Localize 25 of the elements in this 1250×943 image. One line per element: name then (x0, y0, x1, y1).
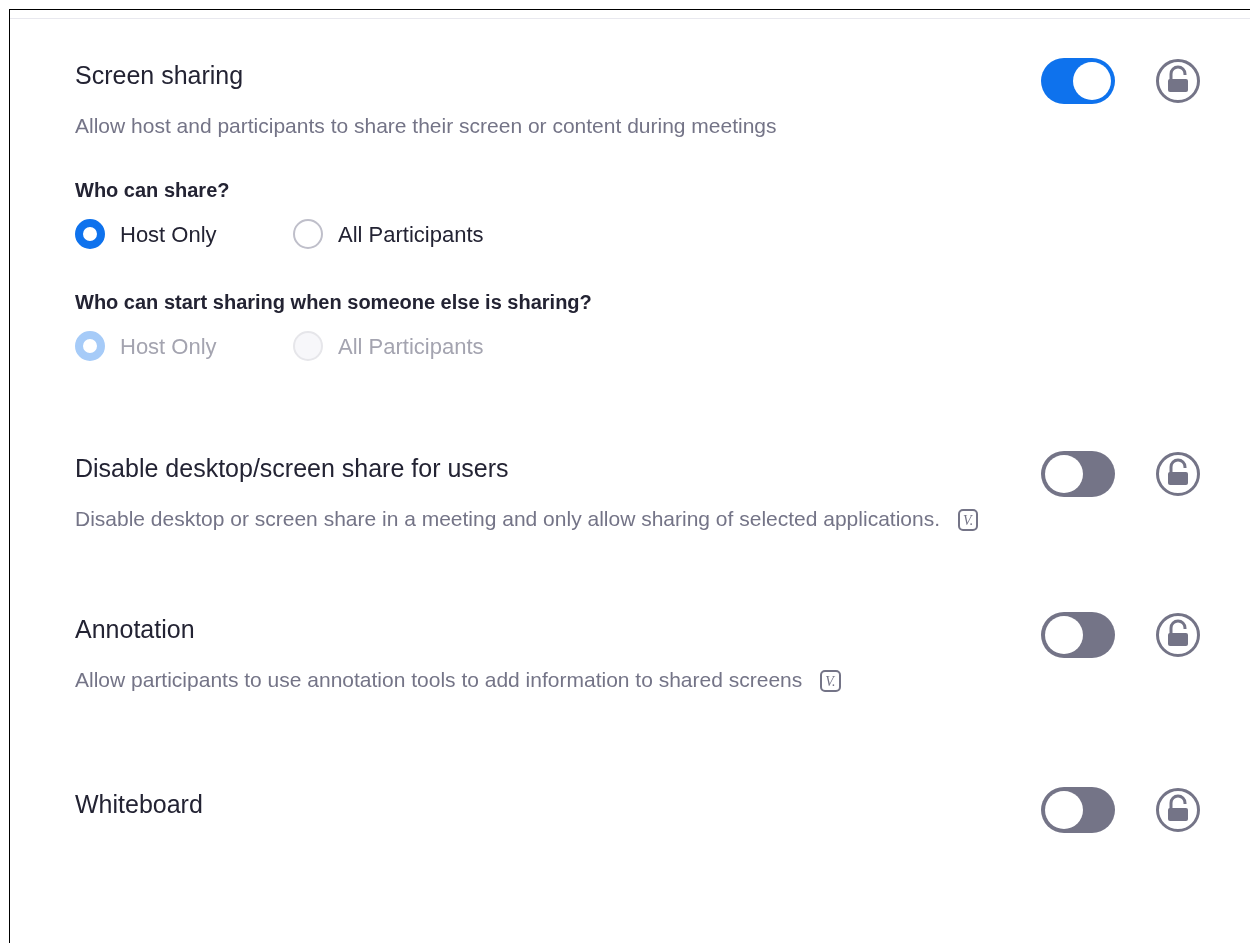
radio-button[interactable] (75, 219, 105, 249)
toggle-switch[interactable] (1041, 58, 1115, 104)
unlocked-icon[interactable] (1155, 58, 1201, 104)
setting-title: Whiteboard (75, 789, 204, 819)
radio-label: All Participants (338, 220, 484, 249)
unlocked-icon[interactable] (1155, 451, 1201, 497)
radio-label: Host Only (120, 332, 217, 361)
toggle-switch[interactable] (1041, 612, 1115, 658)
toggle-switch[interactable] (1041, 787, 1115, 833)
setting-title: Screen sharing (75, 60, 245, 90)
question-label: Who can share? (75, 178, 231, 202)
version-badge: V. (820, 670, 841, 693)
unlocked-icon[interactable] (1155, 612, 1201, 658)
setting-title: Disable desktop/screen share for users (75, 453, 510, 483)
radio-label: All Participants (338, 332, 484, 361)
radio-label: Host Only (120, 220, 217, 249)
setting-description: Disable desktop or screen share in a meeting and only allow sharing of selected applications. (75, 507, 940, 530)
version-badge: V. (958, 509, 979, 532)
setting-title: Annotation (75, 614, 196, 644)
setting-description: Allow host and participants to share their screen or content during meetings (75, 114, 777, 137)
toggle-switch[interactable] (1041, 451, 1115, 497)
setting-description: Allow participants to use annotation tools to add information to shared screens (75, 668, 803, 691)
question-label: Who can start sharing when someone else is sharing? (75, 290, 593, 314)
radio-button[interactable] (293, 219, 323, 249)
unlocked-icon[interactable] (1155, 787, 1201, 833)
